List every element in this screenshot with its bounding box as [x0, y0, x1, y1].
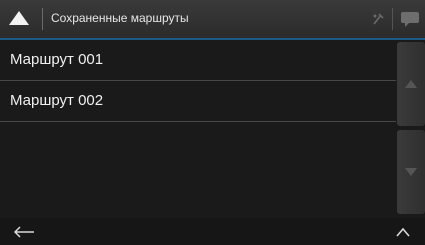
bottom-bar — [0, 218, 425, 245]
expand-button[interactable] — [380, 218, 425, 245]
page-title: Сохраненные маршруты — [51, 11, 189, 25]
header-divider — [42, 8, 43, 30]
saved-routes-list: Маршрут 001 Маршрут 002 — [0, 40, 396, 122]
route-label: Маршрут 001 — [10, 51, 104, 68]
chevron-up-icon — [405, 80, 417, 88]
back-arrow-icon — [13, 226, 34, 238]
header-separator — [392, 8, 393, 30]
scroll-down-button[interactable] — [397, 130, 425, 214]
list-item[interactable]: Маршрут 001 — [0, 40, 396, 81]
list-item[interactable]: Маршрут 002 — [0, 81, 396, 122]
up-arrow-icon[interactable] — [8, 9, 30, 27]
route-label: Маршрут 002 — [10, 92, 104, 109]
chat-bubble-icon[interactable] — [400, 10, 420, 28]
scroll-up-button[interactable] — [397, 42, 425, 126]
chevron-up-icon — [396, 227, 410, 237]
title-bar: Сохраненные маршруты — [0, 0, 425, 38]
back-button[interactable] — [0, 218, 48, 245]
chevron-down-icon — [405, 168, 417, 176]
settings-tool-icon[interactable] — [371, 12, 385, 26]
